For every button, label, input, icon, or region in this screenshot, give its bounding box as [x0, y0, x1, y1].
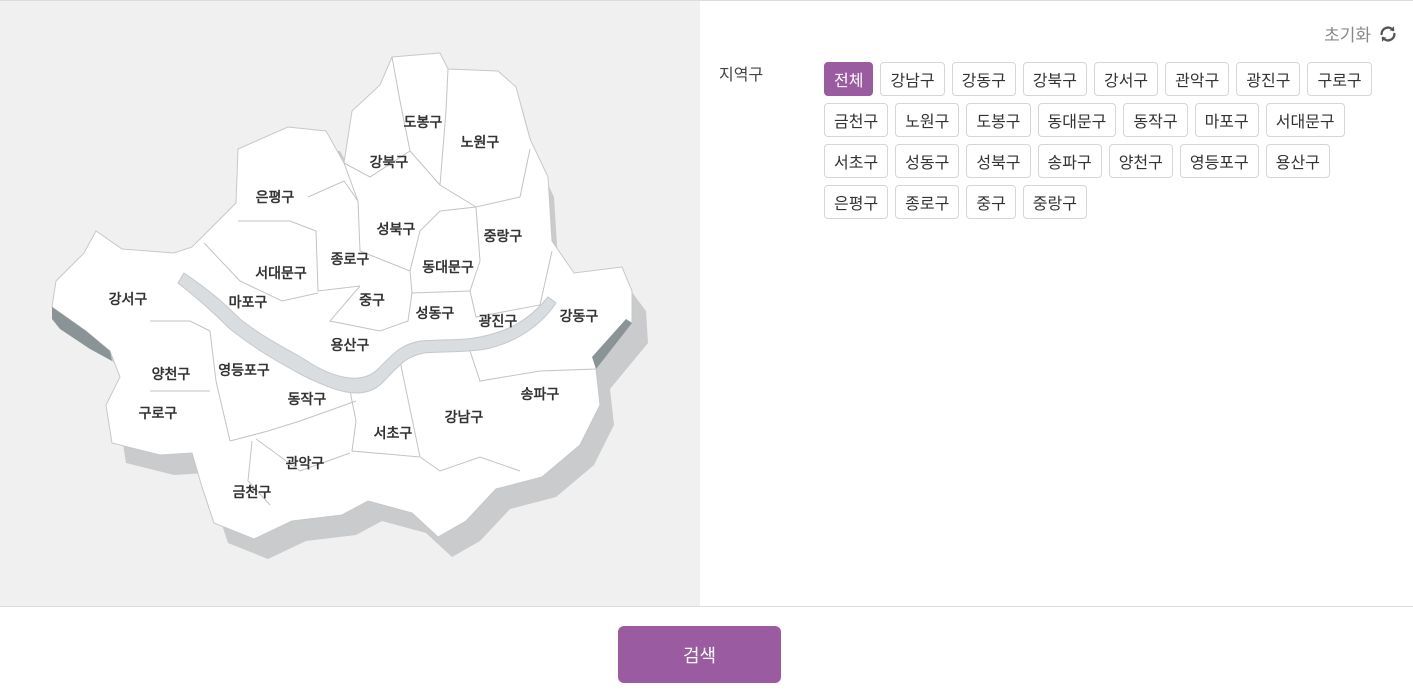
map-label-yangcheon[interactable]: 양천구 [152, 367, 191, 383]
filter-panel: 초기화 지역구 전체 강남구 강동구 강북구 강서구 관악구 광진구 구로구금천구 노원구 도봉구… [700, 1, 1413, 606]
map-label-gangbuk[interactable]: 강북구 [370, 154, 409, 171]
chip-district[interactable]: 동작구 [1123, 103, 1188, 137]
map-label-songpa[interactable]: 송파구 [521, 387, 560, 403]
chip-district[interactable]: 중랑구 [1022, 185, 1087, 219]
bottom-divider [0, 606, 1413, 607]
map-label-dongjak[interactable]: 동작구 [288, 391, 327, 408]
map-label-seodaemun[interactable]: 서대문구 [255, 266, 307, 282]
map-label-seocho[interactable]: 서초구 [374, 426, 413, 442]
seoul-map[interactable]: 도봉구노원구강북구은평구성북구 중랑구종로구서대문구 동대문구강서구 마포구 중구성동구… [0, 1, 700, 606]
map-label-mapo[interactable]: 마포구 [229, 295, 268, 311]
chip-district[interactable]: 서초구 [824, 144, 889, 178]
map-label-gangnam[interactable]: 강남구 [445, 409, 484, 426]
chip-district[interactable]: 강동구 [951, 62, 1016, 96]
search-button[interactable]: 검색 [618, 626, 781, 683]
map-label-eunpyeong[interactable]: 은평구 [256, 189, 295, 206]
map-label-seongdong[interactable]: 성동구 [416, 306, 455, 322]
chip-district[interactable]: 성동구 [895, 144, 960, 178]
chip-district[interactable]: 송파구 [1037, 144, 1102, 178]
map-label-gangdong[interactable]: 강동구 [560, 308, 599, 325]
chip-district[interactable]: 서대문구 [1265, 103, 1345, 137]
map-label-yongsan[interactable]: 용산구 [331, 337, 370, 354]
map-label-yeongdeungpo[interactable]: 영등포구 [218, 362, 270, 379]
map-label-nowon[interactable]: 노원구 [461, 135, 500, 151]
map-label-gangseo[interactable]: 강서구 [109, 291, 148, 308]
chip-district[interactable]: 마포구 [1194, 103, 1259, 137]
refresh-icon [1380, 25, 1396, 42]
map-label-jungnang[interactable]: 중랑구 [484, 229, 523, 245]
chip-district[interactable]: 성북구 [966, 144, 1031, 178]
chip-district[interactable]: 노원구 [895, 103, 960, 137]
map-label-geumcheon[interactable]: 금천구 [233, 485, 272, 501]
map-label-dongdaemun[interactable]: 동대문구 [422, 260, 474, 276]
chip-district[interactable]: 구로구 [1307, 62, 1372, 96]
chip-district[interactable]: 금천구 [824, 103, 889, 137]
map-label-gwanak[interactable]: 관악구 [286, 455, 325, 472]
district-chip-group: 전체 강남구 강동구 강북구 강서구 관악구 광진구 구로구금천구 노원구 도봉구 동대문구 동작구 마… [824, 62, 1384, 219]
chip-district[interactable]: 종로구 [895, 185, 960, 219]
reset-button[interactable]: 초기화 [1324, 21, 1399, 46]
district-filter-label: 지역구 [719, 65, 764, 84]
chip-district[interactable]: 용산구 [1265, 144, 1330, 178]
chip-district[interactable]: 광진구 [1236, 62, 1301, 96]
chip-district[interactable]: 관악구 [1165, 62, 1230, 96]
map-label-dobong[interactable]: 도봉구 [404, 115, 443, 131]
reset-label: 초기화 [1324, 26, 1371, 46]
chip-district[interactable]: 은평구 [824, 185, 889, 219]
chip-district[interactable]: 강남구 [880, 62, 945, 96]
chip-district[interactable]: 동대문구 [1037, 103, 1117, 137]
chip-district[interactable]: 중구 [966, 185, 1016, 219]
chip-district[interactable]: 영등포구 [1179, 144, 1259, 178]
map-label-jongno[interactable]: 종로구 [331, 252, 370, 268]
chip-district[interactable]: 강서구 [1093, 62, 1159, 96]
map-label-guro[interactable]: 구로구 [139, 406, 178, 422]
map-label-gwangjin[interactable]: 광진구 [479, 313, 518, 330]
chip-district[interactable]: 도봉구 [966, 103, 1031, 137]
map-label-jung[interactable]: 중구 [359, 293, 385, 309]
map-label-seongbuk[interactable]: 성북구 [377, 222, 416, 238]
chip-district[interactable]: 양천구 [1108, 144, 1173, 178]
seoul-map-panel: 도봉구노원구강북구은평구성북구 중랑구종로구서대문구 동대문구강서구 마포구 중구성동구… [0, 1, 700, 606]
chip-all[interactable]: 전체 [824, 62, 874, 96]
chip-district[interactable]: 강북구 [1022, 62, 1087, 96]
